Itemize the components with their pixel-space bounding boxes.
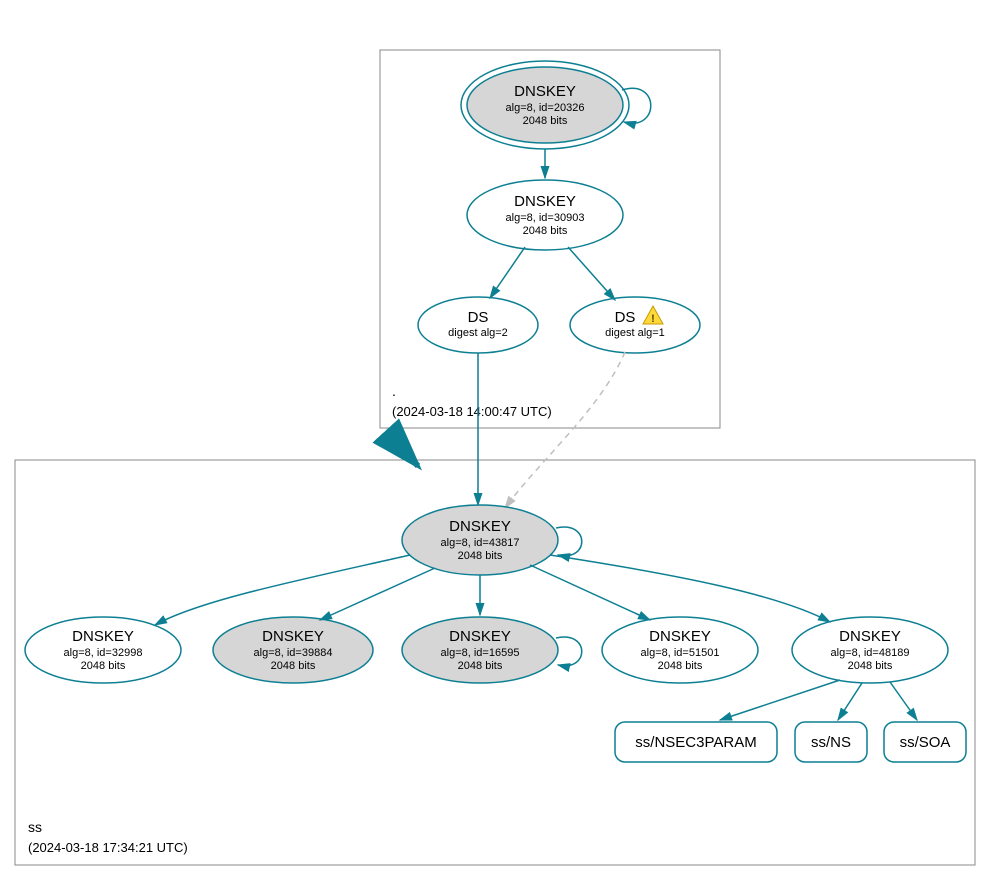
svg-text:alg=8, id=16595: alg=8, id=16595 — [441, 647, 520, 659]
svg-text:DNSKEY: DNSKEY — [262, 628, 324, 645]
svg-text:alg=8, id=51501: alg=8, id=51501 — [641, 647, 720, 659]
svg-text:DNSKEY: DNSKEY — [72, 628, 134, 645]
dnskey-ss-48189: DNSKEY alg=8, id=48189 2048 bits — [792, 617, 948, 683]
svg-text:2048 bits: 2048 bits — [848, 660, 893, 672]
svg-text:alg=8, id=48189: alg=8, id=48189 — [831, 647, 910, 659]
svg-text:ss/NSEC3PARAM: ss/NSEC3PARAM — [635, 734, 756, 751]
svg-text:2048 bits: 2048 bits — [658, 660, 703, 672]
edge-ss-ksk-self — [556, 527, 582, 556]
svg-text:2048 bits: 2048 bits — [523, 115, 568, 127]
svg-text:alg=8, id=20326: alg=8, id=20326 — [506, 102, 585, 114]
edge-ssksk-to-k1 — [155, 555, 410, 625]
svg-text:DS: DS — [468, 309, 489, 326]
svg-text:digest alg=1: digest alg=1 — [605, 327, 665, 339]
svg-text:2048 bits: 2048 bits — [458, 660, 503, 672]
svg-text:DNSKEY: DNSKEY — [514, 83, 576, 100]
svg-text:2048 bits: 2048 bits — [458, 550, 503, 562]
dnskey-root-zsk: DNSKEY alg=8, id=30903 2048 bits — [467, 180, 623, 250]
edge-k5-to-soa — [890, 682, 917, 720]
svg-text:DS: DS — [615, 309, 636, 326]
rrset-ns: ss/NS — [795, 722, 867, 762]
svg-text:DNSKEY: DNSKEY — [649, 628, 711, 645]
zone-root-timestamp: (2024-03-18 14:00:47 UTC) — [392, 404, 552, 419]
rrset-soa: ss/SOA — [884, 722, 966, 762]
svg-text:DNSKEY: DNSKEY — [514, 193, 576, 210]
dnskey-root-ksk: DNSKEY alg=8, id=20326 2048 bits — [461, 61, 629, 149]
edge-zsk-to-ds2 — [490, 247, 525, 298]
svg-text:DNSKEY: DNSKEY — [449, 518, 511, 535]
svg-text:DNSKEY: DNSKEY — [839, 628, 901, 645]
svg-text:digest alg=2: digest alg=2 — [448, 327, 508, 339]
dnskey-ss-39884: DNSKEY alg=8, id=39884 2048 bits — [213, 617, 373, 683]
svg-text:ss/NS: ss/NS — [811, 734, 851, 751]
zone-root-name: . — [392, 383, 396, 399]
zone-ss-timestamp: (2024-03-18 17:34:21 UTC) — [28, 840, 188, 855]
svg-text:2048 bits: 2048 bits — [81, 660, 126, 672]
edge-ssksk-to-k5 — [550, 555, 830, 622]
svg-text:2048 bits: 2048 bits — [523, 225, 568, 237]
rrset-nsec3param: ss/NSEC3PARAM — [615, 722, 777, 762]
svg-text:alg=8, id=43817: alg=8, id=43817 — [441, 537, 520, 549]
edge-ds1-to-ssksk — [505, 352, 625, 508]
svg-text:alg=8, id=32998: alg=8, id=32998 — [64, 647, 143, 659]
ds-digest-2: DS digest alg=2 — [418, 297, 538, 353]
svg-text:2048 bits: 2048 bits — [271, 660, 316, 672]
dnskey-ss-16595: DNSKEY alg=8, id=16595 2048 bits — [402, 617, 558, 683]
svg-text:alg=8, id=39884: alg=8, id=39884 — [254, 647, 333, 659]
dnskey-ss-51501: DNSKEY alg=8, id=51501 2048 bits — [602, 617, 758, 683]
edge-k5-to-ns — [838, 683, 862, 720]
dnskey-ss-ksk: DNSKEY alg=8, id=43817 2048 bits — [402, 505, 558, 575]
edge-ssksk-to-k4 — [530, 565, 650, 620]
dnskey-ss-32998: DNSKEY alg=8, id=32998 2048 bits — [25, 617, 181, 683]
edge-ss-k3-self — [556, 637, 582, 666]
svg-text:alg=8, id=30903: alg=8, id=30903 — [506, 212, 585, 224]
svg-text:ss/SOA: ss/SOA — [900, 734, 951, 751]
svg-text:!: ! — [651, 313, 655, 325]
edge-zsk-to-ds1 — [568, 247, 615, 300]
ds-digest-1: DS digest alg=1 ! — [570, 297, 700, 353]
edge-ssksk-to-k2 — [320, 568, 435, 620]
zone-ss-name: ss — [28, 819, 42, 835]
svg-text:DNSKEY: DNSKEY — [449, 628, 511, 645]
edge-k5-to-nsec3 — [720, 680, 840, 720]
